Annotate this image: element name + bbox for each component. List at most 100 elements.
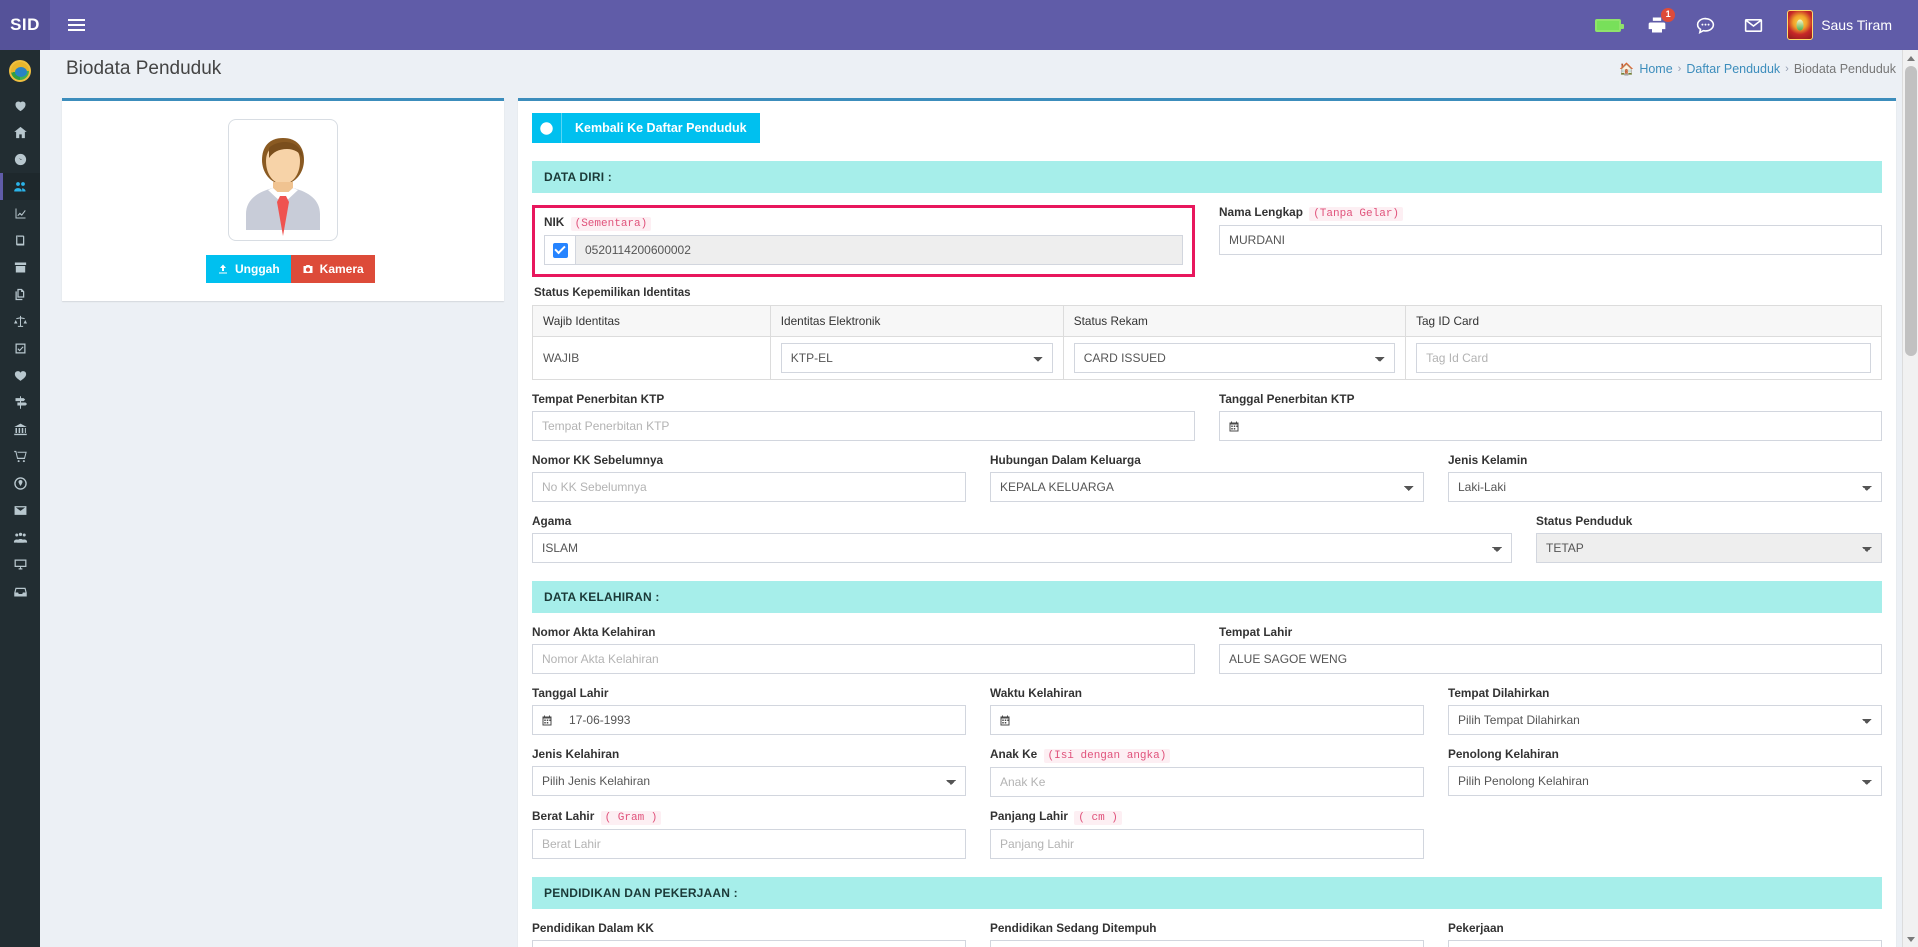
kk-hubungan-kelamin-row: Nomor KK Sebelumnya Hubungan Dalam Kelua… (532, 453, 1882, 502)
scrollbar-thumb[interactable] (1905, 66, 1917, 356)
calendar-icon[interactable] (1219, 411, 1248, 441)
chat-button[interactable] (1681, 0, 1729, 50)
user-avatar-icon (246, 138, 320, 236)
anak-ke-group: Anak Ke (Isi dengan angka) (990, 747, 1424, 797)
globe-logo-icon (9, 60, 31, 82)
scroll-up-button[interactable] (1903, 50, 1918, 66)
sidebar-item-belanja[interactable] (0, 443, 40, 470)
tempat-lahir-input[interactable] (1219, 644, 1882, 674)
sidebar-item-hukum[interactable] (0, 308, 40, 335)
globe-pin-icon (13, 477, 27, 490)
sidebar-item-favorites[interactable] (0, 92, 40, 119)
sidebar-item-pemerintahan[interactable] (0, 416, 40, 443)
scroll-down-button[interactable] (1903, 931, 1918, 947)
chat-bubble-icon (1696, 17, 1714, 34)
printer-notifications-button[interactable]: 1 (1633, 0, 1681, 50)
akta-tempat-lahir-row: Nomor Akta Kelahiran Tempat Lahir (532, 625, 1882, 674)
tempat-penerbitan-ktp-input[interactable] (532, 411, 1195, 441)
nik-sementara-checkbox[interactable] (544, 235, 575, 265)
sidebar-item-layar[interactable] (0, 551, 40, 578)
user-menu-button[interactable]: Saus Tiram (1777, 0, 1906, 50)
nomor-akta-kelahiran-input[interactable] (532, 644, 1195, 674)
sidebar-item-logo[interactable] (0, 50, 40, 92)
tempat-lahir-group: Tempat Lahir (1219, 625, 1882, 674)
nomor-kk-sebelumnya-input[interactable] (532, 472, 966, 502)
tempat-dilahirkan-select[interactable]: Pilih Tempat Dilahirkan (1448, 705, 1882, 735)
envelope-icon (1744, 18, 1762, 32)
nama-lengkap-label-hint: (Tanpa Gelar) (1309, 207, 1404, 221)
nama-lengkap-input[interactable] (1219, 225, 1882, 255)
agama-label: Agama (532, 514, 572, 528)
tanggal-lahir-group: Tanggal Lahir (532, 686, 966, 735)
sidebar-item-statistik[interactable] (0, 200, 40, 227)
sidebar-item-penduduk[interactable] (0, 173, 40, 200)
jenis-kelahiran-select[interactable]: Pilih Jenis Kelahiran (532, 766, 966, 796)
berat-lahir-label: Berat Lahir ( Gram ) (532, 809, 966, 825)
checkbox-task-icon (15, 343, 25, 354)
back-to-list-button[interactable]: Kembali Ke Daftar Penduduk (532, 113, 760, 143)
sidebar-item-home[interactable] (0, 119, 40, 146)
breadcrumb-item-daftar-penduduk[interactable]: Daftar Penduduk (1686, 62, 1780, 76)
mail-button[interactable] (1729, 0, 1777, 50)
sidebar-item-peta[interactable] (0, 470, 40, 497)
panjang-lahir-input[interactable] (990, 829, 1424, 859)
pekerjaan-select[interactable]: PETANI/PEKEBUN (1448, 940, 1882, 947)
hubungan-dalam-keluarga-select[interactable]: KEPALA KELUARGA (990, 472, 1424, 502)
status-identitas-title: Status Kepemilikan Identitas (534, 287, 691, 299)
col-header-tag-id-card: Tag ID Card (1405, 305, 1882, 337)
app-logo[interactable]: SID (0, 0, 50, 50)
inbox-tray-icon (13, 587, 27, 597)
sidebar-item-kelompok[interactable] (0, 524, 40, 551)
nik-value-field[interactable]: 0520114200600002 (575, 235, 1183, 265)
upload-photo-button[interactable]: Unggah (206, 255, 291, 283)
agama-select[interactable]: ISLAM (532, 533, 1512, 563)
jenis-kelamin-select[interactable]: Laki-Laki (1448, 472, 1882, 502)
penolong-kelahiran-select[interactable]: Pilih Penolong Kelahiran (1448, 766, 1882, 796)
tempat-dilahirkan-label: Tempat Dilahirkan (1448, 686, 1550, 700)
sidebar-item-petunjuk[interactable] (0, 389, 40, 416)
pendidikan-sedang-ditempuh-label: Pendidikan Sedang Ditempuh (990, 921, 1157, 935)
sidebar-item-arsip[interactable] (0, 254, 40, 281)
breadcrumb-item-biodata-penduduk: Biodata Penduduk (1793, 62, 1896, 76)
tempat-penerbitan-ktp-group: Tempat Penerbitan KTP (532, 392, 1195, 441)
nik-label-text: NIK (544, 215, 565, 229)
tanggal-lahir-input-group (532, 705, 966, 735)
panjang-lahir-label-hint: ( cm ) (1074, 811, 1122, 825)
waktu-kelahiran-label: Waktu Kelahiran (990, 686, 1082, 700)
calendar-icon[interactable] (990, 705, 1019, 735)
tanggal-waktu-tempat-row: Tanggal Lahir Waktu Kelahiran (532, 686, 1882, 735)
tanggal-penerbitan-ktp-input[interactable] (1247, 411, 1882, 441)
pendidikan-dalam-kk-select[interactable]: SLTA / SEDERAJAT (532, 940, 966, 947)
battery-icon (1595, 18, 1625, 32)
camera-photo-button[interactable]: Kamera (290, 255, 375, 283)
agama-group: Agama ISLAM (532, 514, 1512, 563)
sidebar-item-kesehatan[interactable] (0, 362, 40, 389)
sidebar-item-tugas[interactable] (0, 335, 40, 362)
upload-photo-label: Unggah (235, 262, 280, 276)
sidebar-item-dokumen[interactable] (0, 281, 40, 308)
table-row: WAJIB KTP-EL CARD ISSUED (532, 336, 1882, 380)
page-scrollbar[interactable] (1902, 50, 1918, 947)
sidebar-toggle-button[interactable] (50, 0, 102, 50)
status-rekam-select[interactable]: CARD ISSUED (1073, 343, 1396, 373)
top-navbar: SID 1 Saus Tiram (0, 0, 1918, 50)
tanggal-lahir-input[interactable] (560, 705, 966, 735)
calendar-icon[interactable] (532, 705, 561, 735)
berat-lahir-input[interactable] (532, 829, 966, 859)
main-content: Unggah Kamera Kembali Ke Daftar Penduduk… (40, 88, 1918, 947)
breadcrumb-item-home[interactable]: Home (1639, 62, 1672, 76)
pendidikan-sedang-ditempuh-select[interactable]: TIDAK SEDANG SEKOLAH (990, 940, 1424, 947)
status-penduduk-select[interactable]: TETAP (1536, 533, 1882, 563)
sidebar-item-laporan[interactable] (0, 578, 40, 605)
anak-ke-input[interactable] (990, 767, 1424, 797)
identitas-elektronik-select[interactable]: KTP-EL (780, 343, 1053, 373)
sidebar-item-pesan[interactable] (0, 497, 40, 524)
battery-status-button[interactable] (1583, 0, 1633, 50)
nik-field-group: NIK (Sementara) 0520114200600002 (532, 205, 1195, 277)
waktu-kelahiran-input[interactable] (1018, 705, 1424, 735)
archive-box-icon (14, 262, 26, 273)
sidebar-item-buku[interactable] (0, 227, 40, 254)
tag-id-card-input[interactable] (1416, 343, 1871, 373)
biodata-form-card: Kembali Ke Daftar Penduduk DATA DIRI : N… (518, 98, 1896, 947)
sidebar-item-dashboard[interactable] (0, 146, 40, 173)
